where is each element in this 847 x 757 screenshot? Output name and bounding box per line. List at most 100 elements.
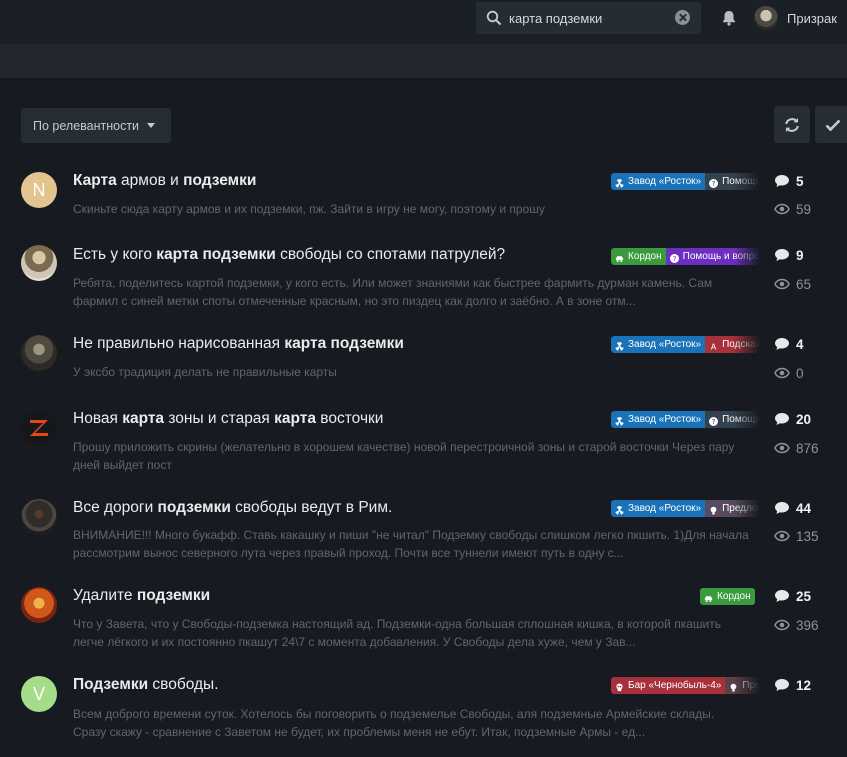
title-part: свободы.	[148, 676, 219, 693]
search-box[interactable]	[476, 2, 701, 34]
radiation-icon	[615, 504, 624, 515]
topic-title[interactable]: Новая карта зоны и старая карта восточки	[73, 410, 603, 430]
car-icon	[704, 592, 713, 603]
views-count: 396	[774, 616, 819, 634]
eye-icon	[774, 203, 790, 215]
views-number: 0	[796, 365, 804, 381]
car-icon	[615, 252, 624, 263]
tag[interactable]: Завод «Росток»	[611, 411, 706, 428]
caret-down-icon	[147, 123, 156, 128]
tag-label: Завод «Росток»	[628, 503, 702, 514]
avatar[interactable]	[21, 587, 57, 623]
question-icon: ?	[709, 415, 719, 426]
comment-icon	[775, 338, 789, 350]
views-count: 876	[774, 439, 819, 457]
tag[interactable]: ? Помощь и вопросы	[665, 248, 760, 265]
avatar[interactable]	[21, 245, 57, 281]
topic-title[interactable]: Удалите подземки	[73, 587, 603, 607]
tag[interactable]: Предложения	[725, 677, 760, 694]
replies-number: 12	[796, 677, 812, 693]
radiation-icon	[615, 177, 624, 188]
avatar-letter: V	[32, 683, 45, 704]
tag-label: Предложения	[742, 680, 760, 691]
views-number: 135	[796, 528, 819, 544]
clear-search-icon[interactable]	[675, 10, 690, 25]
avatar[interactable]	[21, 410, 57, 446]
question-icon: ?	[669, 252, 679, 263]
bell-icon[interactable]	[720, 9, 738, 27]
views-number: 59	[796, 201, 812, 217]
svg-text:?: ?	[712, 417, 716, 426]
snippet-line: У эксбо традиция делать не правильные ка…	[73, 365, 337, 379]
sort-dropdown[interactable]: По релевантности	[21, 108, 171, 143]
replies-number: 44	[796, 500, 812, 516]
tag[interactable]: Завод «Росток»	[611, 173, 706, 190]
tag-label: Завод «Росток»	[628, 414, 702, 425]
user-menu[interactable]: Призрак	[754, 6, 837, 30]
topic-snippet: Ребята, поделитесь картой подземки, у ко…	[73, 274, 753, 310]
avatar[interactable]	[21, 335, 57, 371]
tag[interactable]: ? Помощь	[705, 411, 760, 428]
refresh-icon	[785, 118, 799, 132]
radiation-icon	[615, 340, 624, 351]
tag[interactable]: ? Помощь	[705, 173, 760, 190]
topic-tags: Завод «Росток» ? Помощь	[611, 411, 760, 428]
search-icon	[486, 10, 502, 26]
comment-icon	[775, 679, 789, 691]
comment-icon	[775, 502, 789, 514]
tag[interactable]: Кордон	[700, 588, 755, 605]
avatar[interactable]	[21, 499, 57, 535]
topic-title[interactable]: Все дороги подземки свободы ведут в Рим.	[73, 499, 603, 519]
topic-title[interactable]: Подземки свободы.	[73, 676, 603, 696]
select-button[interactable]	[815, 106, 847, 143]
snippet-line: Сразу скажу - сравнение с Заветом не буд…	[73, 725, 646, 739]
title-part: Подземки	[73, 676, 149, 693]
topic-snippet: Прошу приложить скрины (желательно в хор…	[73, 438, 753, 474]
replies-count: 9	[774, 246, 804, 264]
replies-count: 4	[774, 335, 804, 353]
tag-label: Завод «Росток»	[628, 176, 702, 187]
comment-icon	[775, 249, 789, 261]
topic-title[interactable]: Не правильно нарисованная карта подземки	[73, 335, 603, 355]
topic-tags: Завод «Росток» Предложения	[611, 500, 760, 517]
tag[interactable]: Предложения	[705, 500, 760, 517]
topic-snippet: Всем доброго времени суток. Хотелось бы …	[73, 705, 753, 741]
tag[interactable]: Кордон	[611, 248, 666, 265]
title-part: Удалите	[73, 587, 137, 604]
title-part: свободы со спотами патрулей?	[275, 246, 506, 263]
anarchy-icon: A	[709, 340, 718, 352]
tag-label: Подсказки	[722, 339, 760, 350]
tag[interactable]: A Подсказки	[705, 336, 760, 353]
replies-count: 12	[774, 676, 811, 694]
tag[interactable]: Бар «Чернобыль-4»	[611, 677, 726, 694]
title-part: Все дороги	[73, 499, 158, 516]
snippet-line: Всем доброго времени суток. Хотелось бы …	[73, 707, 715, 721]
title-part: Новая	[73, 410, 123, 427]
tag[interactable]: Завод «Росток»	[611, 500, 706, 517]
avatar[interactable]: N	[21, 172, 57, 208]
title-part: армов и	[116, 172, 184, 189]
top-bar: Призрак	[0, 0, 847, 44]
eye-icon	[774, 530, 790, 542]
user-name: Призрак	[787, 10, 837, 26]
lightbulb-icon	[709, 504, 718, 515]
topic-title[interactable]: Карта армов и подземки	[73, 172, 603, 192]
views-count: 135	[774, 527, 819, 545]
eye-icon	[774, 619, 790, 631]
title-part: восточки	[316, 410, 384, 427]
search-input[interactable]	[509, 8, 669, 28]
eye-icon	[774, 367, 790, 379]
tag[interactable]: Завод «Росток»	[611, 336, 706, 353]
topic-tags: Кордон	[700, 588, 755, 605]
topic-title[interactable]: Есть у кого карта подземки свободы со сп…	[73, 246, 603, 266]
replies-number: 25	[796, 588, 812, 604]
snippet-line: Ребята, поделитесь картой подземки, у ко…	[73, 276, 713, 290]
tag-label: Завод «Росток»	[628, 339, 702, 350]
title-part: подземки	[183, 172, 257, 189]
tag-label: Помощь	[722, 414, 760, 425]
title-part: подземки	[136, 587, 211, 604]
avatar[interactable]: V	[21, 676, 57, 712]
refresh-button[interactable]	[774, 106, 810, 143]
svg-text:A: A	[711, 342, 717, 351]
views-number: 876	[796, 440, 819, 456]
